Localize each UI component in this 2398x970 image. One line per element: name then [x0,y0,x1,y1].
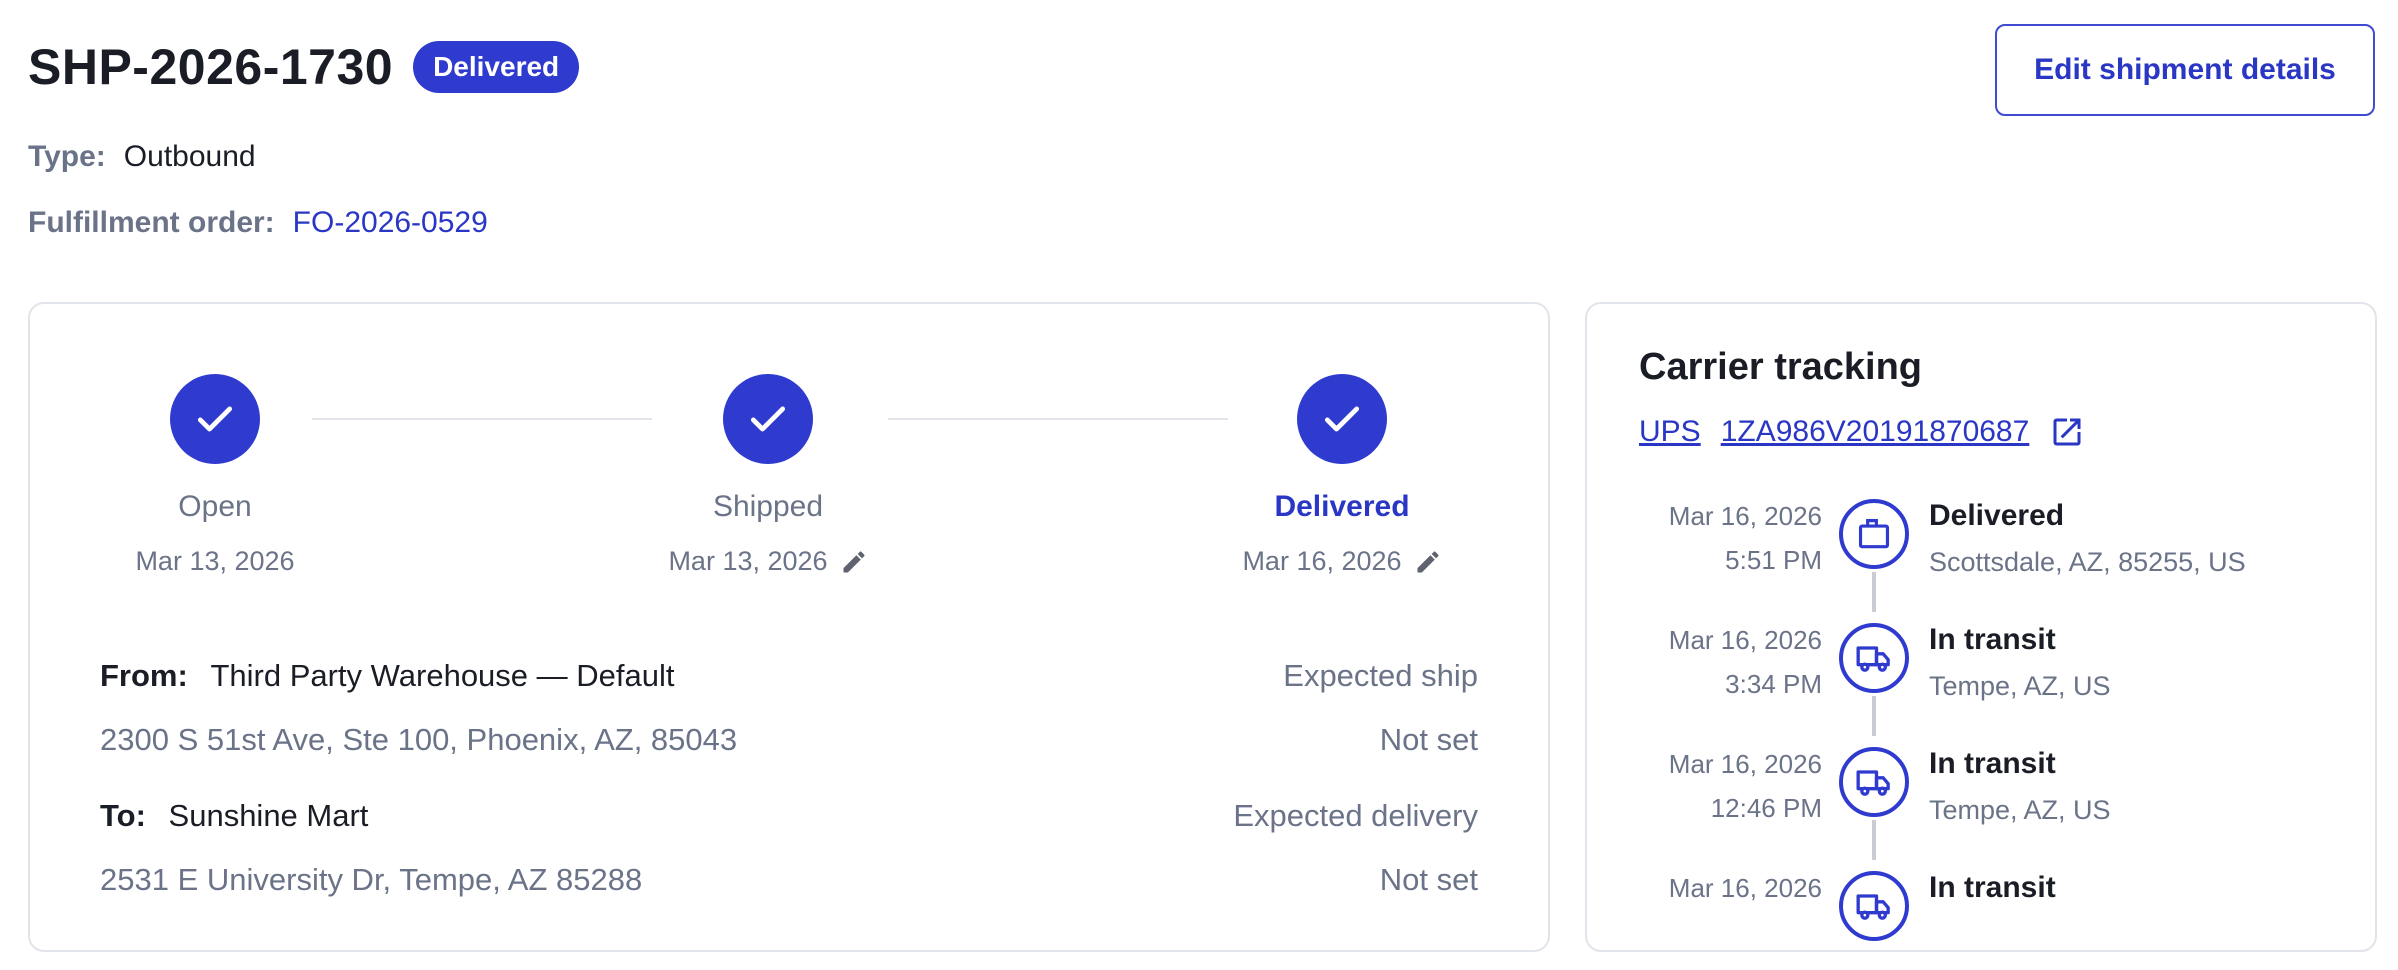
step-date: Mar 13, 2026 [618,546,918,577]
from-street: 2300 S 51st Ave, Ste 100, Phoenix, AZ, 8… [100,722,738,757]
truck-icon [1839,747,1909,817]
expected-delivery-label: Expected delivery [1233,798,1478,833]
fulfillment-order-link[interactable]: FO-2026-0529 [293,206,488,240]
tracking-title: Carrier tracking [1639,346,1923,388]
check-icon [723,374,813,464]
event-status: In transit [1929,871,2056,904]
event-status: In transit [1929,623,2056,656]
step-label: Delivered [1274,490,1410,523]
step-date-text: Mar 16, 2026 [1242,546,1402,576]
event-status: In transit [1929,747,2056,780]
status-badge: Delivered [413,41,580,93]
tracking-event: Mar 16, 2026 5:51 PM Delivered Scottsdal… [1587,494,2375,618]
to-name: Sunshine Mart [168,798,369,833]
type-row: Type: Outbound [28,140,256,174]
step-label: Open [178,490,252,523]
expected-ship-value: Not set [1379,722,1478,757]
check-icon [1297,374,1387,464]
check-icon [170,374,260,464]
tracking-event: Mar 16, 2026 3:34 PM In transit Tempe, A… [1587,618,2375,742]
edit-delivered-date-icon[interactable] [1414,548,1442,576]
from-label: From: [100,658,188,693]
fulfillment-order-row: Fulfillment order: FO-2026-0529 [28,206,488,240]
fulfillment-order-label: Fulfillment order: [28,206,275,239]
carrier-name: UPS [1639,415,1701,448]
expected-ship: Expected ship Not set [1283,658,1478,758]
event-date: Mar 16, 2026 [1668,873,1822,903]
type-value: Outbound [123,140,256,173]
event-date: Mar 16, 2026 [1668,501,1822,531]
package-icon [1839,499,1909,569]
to-address: To: Sunshine Mart 2531 E University Dr, … [100,798,642,898]
to-street: 2531 E University Dr, Tempe, AZ 85288 [100,862,643,897]
step-date: Mar 16, 2026 [1192,546,1492,577]
step-label: Shipped [712,490,824,523]
event-time: 5:51 PM [1725,545,1822,575]
step-date-text: Mar 13, 2026 [135,546,295,576]
to-label: To: [100,798,146,833]
shipment-detail-page: SHP-2026-1730 Delivered Edit shipment de… [0,0,2398,970]
event-location: Scottsdale, AZ, 85255, US [1929,547,2246,577]
step-delivered: Delivered Mar 16, 2026 [1192,374,1492,577]
step-date-text: Mar 13, 2026 [668,546,828,576]
event-location: Tempe, AZ, US [1929,671,2111,701]
type-label: Type: [28,140,106,173]
edit-shipment-button[interactable]: Edit shipment details [1995,24,2375,116]
truck-icon [1839,871,1909,941]
event-status: Delivered [1929,499,2065,532]
to-line: To: Sunshine Mart [100,798,642,834]
expected-delivery-value: Not set [1379,862,1478,897]
event-date: Mar 16, 2026 [1668,749,1822,779]
truck-icon [1839,623,1909,693]
edit-shipped-date-icon[interactable] [840,548,868,576]
step-connector [888,418,1228,420]
from-line: From: Third Party Warehouse — Default [100,658,737,694]
shipment-summary-card: Open Mar 13, 2026 Shipped Mar 13, 2026 D… [28,302,1550,952]
tracking-link[interactable]: UPS 1ZA986V20191870687 [1639,414,2085,450]
tracking-event: Mar 16, 2026 In transit [1587,866,2375,950]
page-title: SHP-2026-1730 [28,39,394,95]
event-location: Tempe, AZ, US [1929,795,2111,825]
tracking-number: 1ZA986V20191870687 [1720,415,2030,448]
event-time: 3:34 PM [1725,669,1822,699]
external-link-icon [2049,414,2085,450]
step-date: Mar 13, 2026 [65,546,365,577]
title-row: SHP-2026-1730 Delivered [28,38,580,96]
expected-delivery: Expected delivery Not set [1233,798,1478,898]
step-shipped: Shipped Mar 13, 2026 [618,374,918,577]
carrier-tracking-card: Carrier tracking UPS 1ZA986V20191870687 … [1585,302,2377,952]
event-date: Mar 16, 2026 [1668,625,1822,655]
step-open: Open Mar 13, 2026 [65,374,365,577]
tracking-event: Mar 16, 2026 12:46 PM In transit Tempe, … [1587,742,2375,866]
from-address: From: Third Party Warehouse — Default 23… [100,658,737,758]
expected-ship-label: Expected ship [1283,658,1478,693]
from-name: Third Party Warehouse — Default [210,658,675,693]
event-time: 12:46 PM [1710,793,1822,823]
